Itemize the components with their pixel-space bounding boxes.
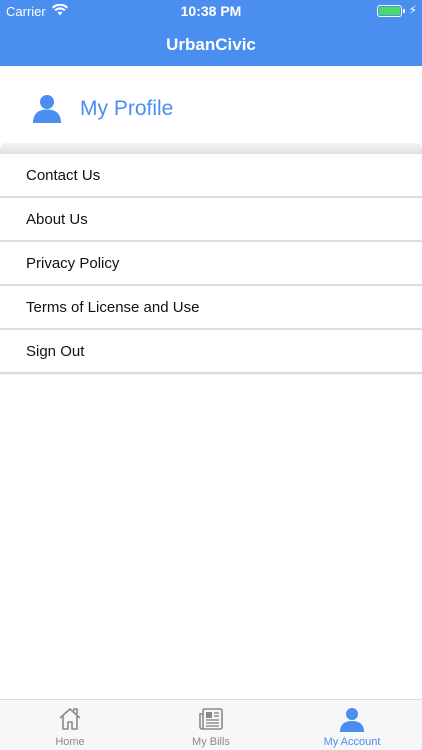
menu-item-contact-us[interactable]: Contact Us: [0, 154, 422, 198]
my-profile-row[interactable]: My Profile: [0, 66, 422, 148]
tab-label: Home: [55, 736, 85, 748]
charging-icon: ⚡: [408, 3, 417, 17]
newspaper-icon: [199, 708, 223, 730]
home-icon: [59, 708, 81, 730]
menu-item-label: Privacy Policy: [26, 255, 120, 272]
status-bar: Carrier 10:38 PM ⚡: [0, 0, 422, 22]
tab-home[interactable]: Home: [0, 700, 140, 750]
battery-icon: [377, 5, 402, 17]
user-icon: [33, 95, 61, 123]
menu-item-label: Sign Out: [26, 343, 85, 360]
tab-my-account[interactable]: My Account: [282, 700, 422, 750]
menu-item-privacy-policy[interactable]: Privacy Policy: [0, 242, 422, 286]
tab-label: My Account: [323, 736, 381, 748]
page-title: UrbanCivic: [166, 35, 256, 54]
tab-my-bills[interactable]: My Bills: [141, 700, 281, 750]
menu-item-label: About Us: [26, 211, 88, 228]
battery-tip: [403, 9, 405, 13]
menu-item-about-us[interactable]: About Us: [0, 198, 422, 242]
user-icon: [340, 708, 364, 732]
status-time: 10:38 PM: [180, 3, 242, 19]
tab-bar: Home My Bills My Account: [0, 699, 422, 750]
menu-item-terms-of-license[interactable]: Terms of License and Use: [0, 286, 422, 330]
menu-item-label: Terms of License and Use: [26, 299, 200, 316]
my-profile-label: My Profile: [80, 97, 174, 120]
menu-item-sign-out[interactable]: Sign Out: [0, 330, 422, 374]
tab-label: My Bills: [192, 736, 230, 748]
account-menu: Contact Us About Us Privacy Policy Terms…: [0, 154, 422, 374]
menu-item-label: Contact Us: [26, 167, 101, 184]
app-header: Carrier 10:38 PM ⚡ UrbanCivic: [0, 0, 422, 66]
